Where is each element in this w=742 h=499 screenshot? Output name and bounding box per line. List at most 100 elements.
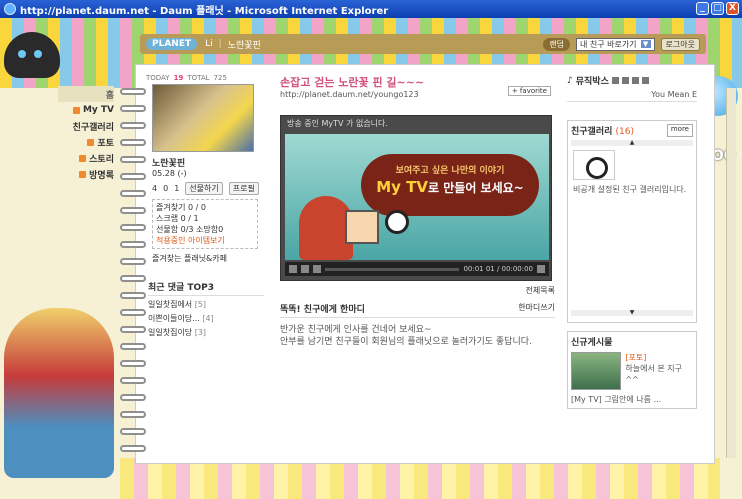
ring	[120, 275, 146, 282]
window-buttons: _ □ X	[696, 2, 739, 15]
ring	[120, 445, 146, 452]
profile-photo[interactable]	[152, 84, 254, 152]
girl-illustration	[4, 308, 114, 478]
ie-icon	[4, 3, 16, 15]
ring	[120, 394, 146, 401]
top-bar-right: 랜덤 내 친구 바로가기 ▼ 로그아웃	[543, 37, 700, 51]
newpost-thumbnail[interactable]	[571, 352, 622, 390]
write-message-button[interactable]: 한마디쓰기	[518, 302, 555, 315]
bullet-icon	[87, 138, 95, 146]
nav-item-guestbook[interactable]: 방명록	[58, 166, 114, 182]
newpost-title: 신규게시물	[571, 338, 613, 348]
progress-bar[interactable]	[325, 267, 460, 271]
ring	[120, 411, 146, 418]
ring	[120, 88, 146, 95]
list-all-link[interactable]: 전체목록	[280, 285, 555, 296]
comment-text: 이쁜이들이당...	[148, 314, 200, 323]
bubble-subtitle: 보여주고 싶은 나만의 이야기	[395, 166, 505, 176]
volume-icon[interactable]	[537, 265, 545, 273]
window-title: http://planet.daum.net - Daum 플래닛 - Micr…	[20, 5, 389, 17]
comment-text: 일일찻집이당	[148, 328, 193, 337]
next-icon[interactable]	[641, 77, 649, 84]
list-item[interactable]: 일일찻집에서 [5]	[148, 299, 264, 310]
stop-icon[interactable]	[631, 77, 639, 84]
music-box-title: 뮤직박스	[575, 77, 609, 87]
friend-select-value: 내 친구 바로가기	[579, 39, 637, 49]
minimize-button[interactable]: _	[696, 2, 709, 15]
profile-name[interactable]: 노란꽃핀	[152, 156, 264, 169]
music-note-icon: ♪	[567, 75, 573, 86]
chevron-down-icon: ▼	[640, 40, 651, 48]
prev-icon[interactable]	[611, 77, 619, 84]
bullet-icon	[79, 154, 87, 162]
list-item[interactable]: 일일찻집이당 [3]	[148, 327, 264, 338]
flower-border-bottom	[120, 458, 720, 499]
gift-button[interactable]: 선물하기	[185, 182, 223, 195]
scroll-down-button[interactable]: ▼	[571, 310, 693, 316]
bullet-icon	[79, 170, 87, 178]
newpost-tag: [포토]	[625, 353, 647, 362]
page-scrollbar[interactable]	[726, 88, 736, 458]
music-box: ♪ 뮤직박스 You Mean E	[567, 74, 697, 102]
scrap-line[interactable]: 스크랩 0 / 1	[156, 213, 254, 224]
tv-face-icon	[345, 210, 379, 244]
nav-item-mytv[interactable]: My TV	[58, 102, 114, 118]
favorite-button[interactable]: + favorite	[507, 86, 551, 96]
maximize-button[interactable]: □	[711, 2, 724, 15]
newpost-row[interactable]: [포토] 하늘에서 본 지구 ^^	[571, 352, 693, 390]
nav-item-home[interactable]: 홈	[58, 86, 114, 102]
scroll-up-button[interactable]: ▲	[571, 140, 693, 146]
total-label: TOTAL	[187, 74, 210, 82]
music-track: You Mean E	[651, 90, 697, 99]
giftbox-line[interactable]: 선물함 0/3 소망함0	[156, 224, 254, 235]
ring	[120, 156, 146, 163]
nav-item-label: My TV	[82, 105, 114, 115]
planet-badge[interactable]: PLANET	[146, 38, 198, 50]
ring	[120, 224, 146, 231]
newpost-footer[interactable]: [My TV] 그림안에 나름 ...	[571, 394, 693, 405]
newpost-text[interactable]: 하늘에서 본 지구 ^^	[625, 363, 693, 385]
nav-item-label: 포토	[97, 138, 114, 149]
ring	[120, 343, 146, 350]
nav-item-story[interactable]: 스토리	[58, 150, 114, 166]
logout-button[interactable]: 로그아웃	[660, 37, 700, 51]
stop-icon[interactable]	[313, 265, 321, 273]
tv-screen[interactable]: 보여주고 싶은 나만의 이야기 My TV로 만들어 보세요~	[285, 134, 549, 260]
music-box-header: ♪ 뮤직박스	[567, 74, 697, 87]
newpost-text-block: [포토] 하늘에서 본 지구 ^^	[625, 352, 693, 390]
menu-item-li[interactable]: Li	[205, 39, 213, 49]
nav-item-gallery[interactable]: 친구갤러리	[58, 118, 114, 134]
ring	[120, 309, 146, 316]
profile-button[interactable]: 프로필	[228, 182, 259, 195]
ring	[120, 428, 146, 435]
gallery-text: 비공개 설정된 친구 갤러리입니다.	[573, 185, 687, 194]
center-column: 손잡고 걷는 노란꽃 핀 길~~~ http://planet.daum.net…	[280, 74, 555, 348]
newpost-panel: 신규게시물 [포토] 하늘에서 본 지구 ^^ [My TV] 그림안에 나름 …	[567, 331, 697, 409]
play-icon[interactable]	[621, 77, 629, 84]
ring	[120, 105, 146, 112]
close-button[interactable]: X	[726, 2, 739, 15]
favorites-line[interactable]: 즐겨찾기 0 / 0	[156, 202, 254, 213]
mytv-player: 방송 중인 MyTV 가 없습니다. 보여주고 싶은 나만의 이야기 My TV…	[280, 115, 552, 281]
gallery-thumbnail[interactable]	[573, 150, 615, 180]
play-icon[interactable]	[289, 265, 297, 273]
ring	[120, 241, 146, 248]
message-line: 안부를 남기면 친구들이 회원님의 플래닛으로 놀러가기도 좋답니다.	[280, 337, 532, 347]
right-column: ♪ 뮤직박스 You Mean E 친구갤러리 (16) more ▲ 비공개 …	[567, 74, 697, 409]
nav-item-photo[interactable]: 포토	[58, 134, 114, 150]
message-header: 똑똑! 친구에게 한마디 한마디쓰기	[280, 302, 555, 318]
item-view-link[interactable]: 적용중인 아이템보기	[156, 235, 254, 246]
page-frame: OOO PLANET Li | 노란꽃핀 랜덤 내 친구 바로가기 ▼ 로그아웃…	[0, 18, 742, 499]
today-value: 19	[173, 74, 184, 82]
message-title: 똑똑! 친구에게 한마디	[280, 305, 365, 315]
random-button[interactable]: 랜덤	[543, 37, 570, 51]
list-item[interactable]: 이쁜이들이당... [4]	[148, 313, 264, 324]
recent-comments-title: 최근 댓글 TOP3	[148, 280, 264, 296]
pause-icon[interactable]	[301, 265, 309, 273]
ring	[120, 377, 146, 384]
favorite-planets-link[interactable]: 즐겨찾는 플래닛&카페	[152, 253, 264, 264]
friend-select[interactable]: 내 친구 바로가기 ▼	[575, 37, 655, 51]
menu-item-owner[interactable]: 노란꽃핀	[228, 38, 261, 51]
stat-value: 0	[163, 184, 169, 193]
more-button[interactable]: more	[666, 124, 693, 137]
